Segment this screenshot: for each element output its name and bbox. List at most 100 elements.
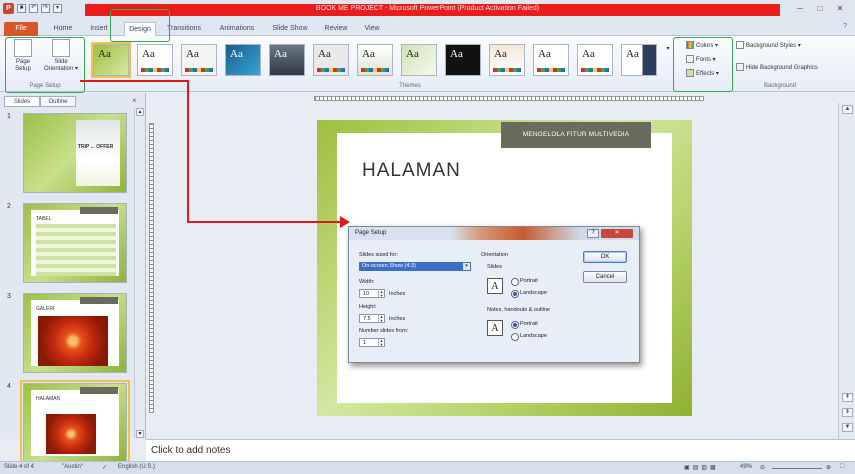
slide-title[interactable]: HALAMAN: [362, 160, 461, 182]
hide-background-checkbox[interactable]: Hide Background Graphics: [736, 63, 818, 74]
scroll-down-icon[interactable]: ▼: [136, 430, 144, 438]
slides-portrait-radio[interactable]: Portrait: [511, 278, 538, 286]
theme-thumbnail[interactable]: Aa: [401, 44, 437, 76]
height-unit: Inches: [389, 316, 406, 322]
orientation-label: Orientation: [481, 252, 508, 258]
theme-thumbnail[interactable]: Aa: [621, 44, 657, 76]
scroll-up-icon[interactable]: ▲: [842, 105, 853, 114]
theme-thumbnail[interactable]: Aa: [137, 44, 173, 76]
slide-tag: [80, 207, 118, 214]
notes-portrait-radio[interactable]: Portrait: [511, 321, 538, 329]
zoom-level[interactable]: 49%: [740, 464, 752, 470]
theme-thumbnail[interactable]: Aa: [225, 44, 261, 76]
group-themes-label: Themes: [399, 83, 421, 89]
fit-to-window-icon[interactable]: ⛶: [840, 464, 844, 471]
theme-thumbnail[interactable]: Aa: [445, 44, 481, 76]
tab-review[interactable]: Review: [320, 22, 352, 36]
page-setup-highlight: [5, 37, 85, 93]
spinner-arrows-icon[interactable]: ▲ ▼: [378, 315, 384, 322]
slide-header-tag: MENGELOLA FITUR MULTIVEDIA: [501, 122, 651, 148]
minimize-icon[interactable]: ─: [790, 3, 810, 14]
sized-for-select[interactable]: On-screen Show (4:3) ▾: [359, 262, 471, 271]
slide-count: Slide 4 of 4: [4, 464, 35, 470]
design-tab-highlight: [110, 9, 170, 42]
background-styles-icon: [736, 41, 744, 50]
theme-thumbnail[interactable]: Aa: [357, 44, 393, 76]
theme-thumbnail[interactable]: Aa: [533, 44, 569, 76]
help-icon[interactable]: ?: [843, 23, 847, 30]
spinner-arrows-icon[interactable]: ▲ ▼: [378, 339, 384, 346]
number-from-spinner[interactable]: 1 ▲ ▼: [359, 338, 385, 347]
editor-scrollbar[interactable]: ▲ ⇞ ⇟ ▼: [838, 103, 855, 439]
notes-orientation-label: Notes, handouts & outline: [487, 307, 550, 313]
view-buttons[interactable]: ▣▤▥▦: [684, 464, 719, 471]
previous-slide-icon[interactable]: ⇞: [842, 393, 853, 402]
slide-thumbnail-4[interactable]: HALAMAN: [20, 380, 130, 466]
tab-file[interactable]: File: [4, 22, 38, 36]
slides-landscape-radio[interactable]: Landscape: [511, 290, 547, 298]
slide-number: 4: [7, 383, 11, 390]
tab-slide-show[interactable]: Slide Show: [268, 22, 312, 36]
zoom-in-icon[interactable]: ⊕: [826, 464, 831, 471]
chevron-down-icon: ▾: [463, 263, 470, 270]
slide-thumbnail-2[interactable]: TABEL: [23, 203, 127, 283]
next-slide-icon[interactable]: ⇟: [842, 408, 853, 417]
notes-landscape-radio[interactable]: Landscape: [511, 333, 547, 341]
theme-thumbnail[interactable]: Aa: [313, 44, 349, 76]
close-icon[interactable]: ✕: [830, 3, 850, 14]
theme-thumbnail[interactable]: Aa: [91, 42, 131, 78]
scroll-up-icon[interactable]: ▲: [136, 108, 144, 116]
slide-number: 1: [7, 113, 11, 120]
width-label: Width:: [359, 279, 375, 285]
maximize-icon[interactable]: □: [810, 3, 830, 14]
tab-view[interactable]: View: [358, 22, 386, 36]
slide-thumbnail-3[interactable]: GALERI: [23, 293, 127, 373]
cancel-button[interactable]: Cancel: [583, 271, 627, 283]
undo-icon[interactable]: ↶: [29, 4, 38, 13]
background-styles-button[interactable]: Background Styles ▾: [736, 41, 801, 52]
spinner-arrows-icon[interactable]: ▲ ▼: [378, 290, 384, 297]
save-icon[interactable]: ■: [17, 4, 26, 13]
height-spinner[interactable]: 7.5 ▲ ▼: [359, 314, 385, 323]
slides-orientation-icon: A: [487, 278, 503, 294]
height-label: Height:: [359, 304, 377, 310]
slides-pane-scrollbar[interactable]: ▲ ▼: [134, 108, 144, 438]
status-bar: Slide 4 of 4 "Austin" ✓ English (U.S.) ▣…: [0, 461, 855, 474]
theme-thumbnail[interactable]: Aa: [489, 44, 525, 76]
themes-more-icon[interactable]: ▾: [664, 46, 672, 53]
help-icon[interactable]: ?: [587, 229, 599, 238]
group-background-label: Background: [763, 83, 797, 89]
powerpoint-icon[interactable]: P: [3, 3, 14, 14]
zoom-out-icon[interactable]: ⊖: [760, 464, 765, 471]
theme-thumbnail[interactable]: Aa: [181, 44, 217, 76]
notes-orientation-icon: A: [487, 320, 503, 336]
ok-button[interactable]: OK: [583, 251, 627, 263]
theme-thumbnail[interactable]: Aa: [577, 44, 613, 76]
spellcheck-icon[interactable]: ✓: [102, 464, 107, 471]
zoom-slider[interactable]: [772, 468, 822, 469]
page-setup-dialog: Page Setup ? ✕ Slides sized for: On-scre…: [348, 226, 640, 363]
language[interactable]: English (U.S.): [118, 464, 155, 470]
theme-thumbnail[interactable]: Aa: [269, 44, 305, 76]
slide-number: 2: [7, 203, 11, 210]
slide-number: 3: [7, 293, 11, 300]
tab-outline[interactable]: Outline: [40, 96, 76, 107]
slide-thumbnail-1[interactable]: TRIP ... OFFER: [23, 113, 127, 193]
width-spinner[interactable]: 10 ▲ ▼: [359, 289, 385, 298]
horizontal-ruler: [146, 93, 855, 103]
customize-icon[interactable]: ▾: [53, 4, 62, 13]
slides-pane: Slides Outline × 1 TRIP ... OFFER 2 TABE…: [0, 93, 146, 466]
sized-for-label: Slides sized for:: [359, 252, 398, 258]
vertical-ruler: [146, 103, 158, 413]
notes-pane[interactable]: Click to add notes: [146, 439, 855, 461]
close-icon[interactable]: ✕: [601, 229, 633, 238]
theme-name: "Austin": [62, 464, 83, 470]
close-pane-icon[interactable]: ×: [132, 96, 137, 105]
tab-slides[interactable]: Slides: [4, 96, 40, 107]
scroll-down-icon[interactable]: ▼: [842, 423, 853, 432]
tab-home[interactable]: Home: [48, 22, 78, 36]
theme-options-highlight: [673, 37, 733, 92]
quick-access-toolbar: P ■ ↶ ↷ ▾: [3, 3, 62, 14]
redo-icon[interactable]: ↷: [41, 4, 50, 13]
tab-animations[interactable]: Animations: [214, 22, 260, 36]
